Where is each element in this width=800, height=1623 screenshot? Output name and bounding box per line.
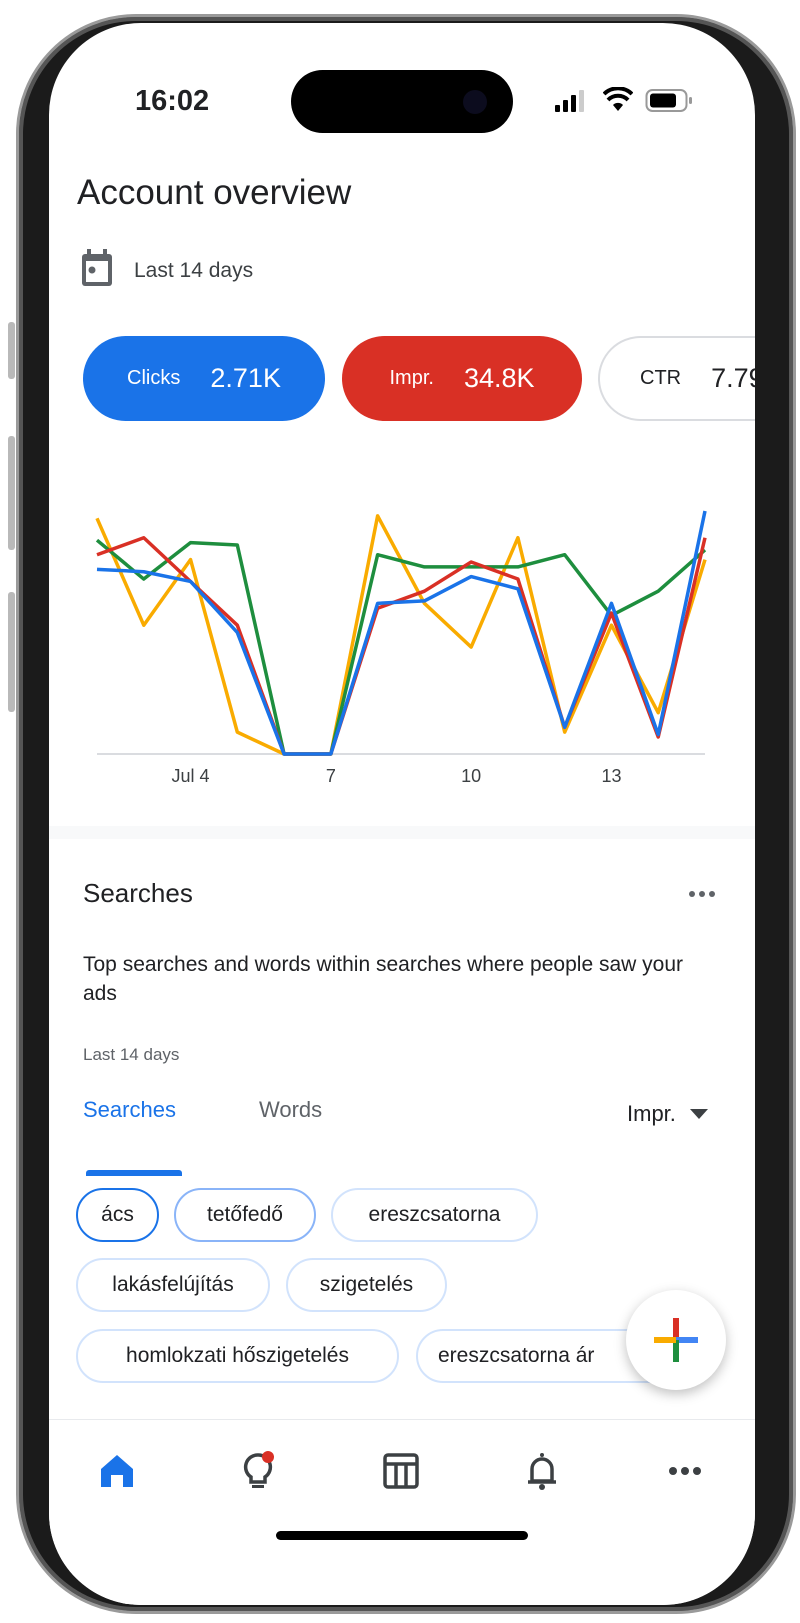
camera-icon: [463, 90, 487, 114]
dot: [709, 891, 715, 897]
tab-words[interactable]: Words: [259, 1097, 322, 1123]
x-tick-label: 10: [461, 766, 481, 786]
volume-down-button: [8, 592, 15, 712]
metric-value: 7.79%: [711, 363, 755, 393]
caret-down-icon: [689, 1109, 708, 1119]
silent-switch: [8, 322, 15, 379]
chip[interactable]: homlokzati hőszigetelés: [76, 1329, 399, 1383]
metric-impressions[interactable]: Impr. 34.8K: [342, 336, 582, 421]
section-divider: [49, 826, 755, 839]
active-tab-indicator: [86, 1170, 182, 1176]
date-range-label[interactable]: Last 14 days: [134, 259, 253, 283]
screen: 16:02 Account overview Last 14 days Clic…: [49, 23, 755, 1605]
x-tick-label: 13: [601, 766, 621, 786]
more-icon[interactable]: [665, 1451, 705, 1491]
bottom-nav: [49, 1419, 755, 1605]
sort-dropdown[interactable]: Impr.: [627, 1101, 708, 1127]
performance-chart: Jul 4 7 10 13: [95, 510, 707, 786]
metric-clicks[interactable]: Clicks 2.71K: [83, 336, 325, 421]
create-fab[interactable]: [626, 1290, 726, 1390]
signal-icon: [555, 90, 584, 112]
searches-title: Searches: [83, 878, 193, 908]
searches-date-range: Last 14 days: [83, 1045, 180, 1064]
metric-ctr[interactable]: CTR 7.79%: [598, 336, 755, 421]
notification-badge: [262, 1451, 274, 1463]
metric-label: Impr.: [389, 367, 434, 389]
chip[interactable]: tetőfedő: [174, 1188, 316, 1242]
home-indicator: [276, 1531, 528, 1540]
x-tick-label: 7: [326, 766, 336, 786]
metric-value: 2.71K: [210, 363, 281, 393]
chip[interactable]: ereszcsatorna: [331, 1188, 538, 1242]
metric-value: 34.8K: [463, 363, 535, 393]
metric-label: CTR: [640, 367, 682, 389]
status-time: 16:02: [135, 85, 210, 117]
series-line-1: [95, 538, 707, 756]
dot: [689, 891, 695, 897]
bell-icon[interactable]: [522, 1451, 562, 1491]
page-title: Account overview: [77, 173, 352, 212]
plus-icon: [654, 1318, 698, 1362]
chip[interactable]: lakásfelújítás: [76, 1258, 270, 1312]
home-icon[interactable]: [97, 1451, 137, 1491]
metric-label: Clicks: [127, 367, 181, 389]
battery-icon: [645, 89, 692, 112]
volume-up-button: [8, 436, 15, 550]
chip[interactable]: ács: [76, 1188, 159, 1242]
table-icon[interactable]: [381, 1451, 421, 1491]
x-tick-label: Jul 4: [172, 766, 210, 786]
wifi-icon: [603, 87, 633, 111]
more-options-button[interactable]: [689, 891, 715, 897]
series-line-0: [95, 514, 707, 756]
dynamic-island: [291, 70, 513, 133]
dot: [699, 891, 705, 897]
searches-description: Top searches and words within searches w…: [83, 953, 683, 1005]
lightbulb-icon[interactable]: [238, 1451, 278, 1491]
series-line-2: [96, 535, 707, 756]
calendar-icon[interactable]: [81, 249, 113, 287]
tab-searches[interactable]: Searches: [83, 1097, 176, 1123]
sort-selected: Impr.: [627, 1101, 676, 1126]
chip[interactable]: szigetelés: [286, 1258, 447, 1312]
